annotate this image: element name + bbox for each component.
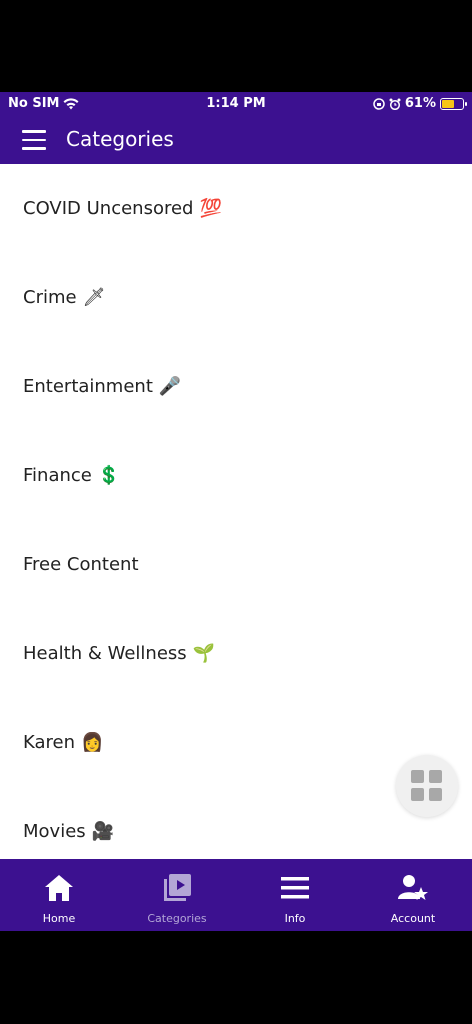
- microphone-icon: 🎤: [158, 376, 182, 397]
- tab-home[interactable]: Home: [0, 859, 118, 931]
- category-label: Health & Wellness: [23, 643, 187, 664]
- seedling-icon: 🌱: [192, 643, 216, 664]
- bottom-nav: Home Categories Info Account: [0, 859, 472, 931]
- tab-account[interactable]: Account: [354, 859, 472, 931]
- category-item-crime[interactable]: Crime 🗡: [0, 253, 472, 342]
- category-label: Entertainment: [23, 376, 153, 397]
- tab-info[interactable]: Info: [236, 859, 354, 931]
- category-item-finance[interactable]: Finance 💲: [0, 431, 472, 520]
- category-label: Karen: [23, 732, 76, 753]
- top-letterbox: [0, 0, 472, 92]
- page-title: Categories: [66, 127, 174, 151]
- tab-label: Home: [42, 912, 76, 925]
- orientation-lock-icon: [373, 97, 385, 110]
- grid-view-button[interactable]: [396, 755, 458, 817]
- user-star-icon: [398, 875, 428, 900]
- category-item-free-content[interactable]: Free Content: [0, 520, 472, 609]
- movie-camera-icon: 🎥: [91, 821, 115, 842]
- category-label: Movies: [23, 821, 86, 842]
- bottom-letterbox: [0, 931, 472, 1024]
- category-label: Free Content: [23, 554, 139, 575]
- alarm-icon: [389, 98, 401, 110]
- tab-label: Info: [284, 912, 306, 925]
- category-list: COVID Uncensored 💯 Crime 🗡 Entertainment…: [0, 164, 472, 859]
- category-item-health-wellness[interactable]: Health & Wellness 🌱: [0, 609, 472, 698]
- hundred-points-icon: 💯: [199, 198, 222, 219]
- category-label: COVID Uncensored: [23, 198, 194, 219]
- menu-icon[interactable]: [22, 130, 46, 150]
- category-item-entertainment[interactable]: Entertainment 🎤: [0, 342, 472, 431]
- status-bar: No SIM 1:14 PM 61%: [0, 92, 472, 116]
- list-icon: [281, 877, 309, 899]
- category-item-covid-uncensored[interactable]: COVID Uncensored 💯: [0, 164, 472, 253]
- battery-percent: 61%: [404, 96, 436, 111]
- tab-categories[interactable]: Categories: [118, 859, 236, 931]
- status-right: 61%: [373, 96, 467, 111]
- category-label: Crime: [23, 287, 77, 308]
- battery-icon: [440, 97, 467, 110]
- tab-label: Account: [390, 912, 436, 925]
- battery-fill: [442, 99, 454, 108]
- dollar-sign-icon: 💲: [97, 465, 121, 486]
- tab-label: Categories: [147, 912, 207, 925]
- app-bar: Categories: [0, 116, 472, 164]
- home-icon: [45, 875, 73, 901]
- video-library-icon: [164, 874, 191, 901]
- category-label: Finance: [23, 465, 92, 486]
- dagger-icon: 🗡: [82, 287, 106, 308]
- woman-icon: 👩: [81, 732, 104, 753]
